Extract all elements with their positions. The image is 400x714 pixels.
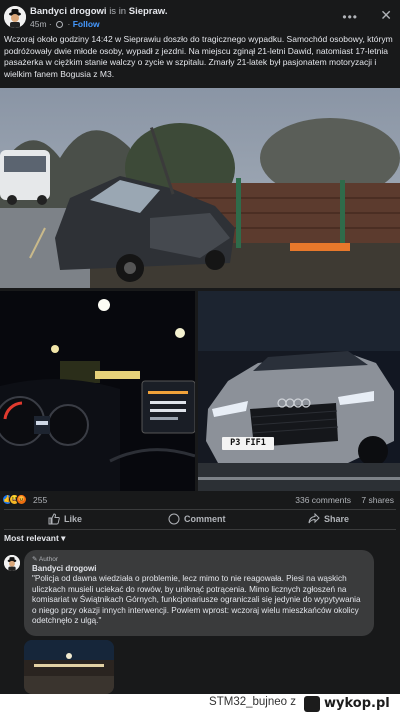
like-label: Like (64, 514, 83, 524)
comment-label: Comment (184, 514, 226, 524)
post-image-car[interactable]: P3 FIF1 (198, 291, 400, 491)
share-button[interactable]: Share (308, 512, 350, 525)
wykop-brand-text: wykop.pl (324, 696, 390, 711)
meta-dot: · (48, 19, 52, 29)
watermark-separator: z (290, 696, 296, 708)
comment-bubble-icon (168, 513, 180, 525)
post-text: Wczoraj około godziny 14:42 w Sieprawiu … (4, 34, 393, 79)
group-name-link[interactable]: Siepraw. (129, 6, 168, 17)
car-illustration (198, 291, 400, 491)
post-actions: Like Comment Share (0, 511, 400, 529)
comment-author-avatar[interactable] (4, 555, 20, 571)
dashboard-illustration (0, 291, 195, 491)
watermark-user: STM32_bujneo z (209, 696, 296, 708)
author-badge: ✎ Author (32, 555, 366, 563)
divider-top (4, 509, 396, 510)
post-header: Bandyci drogowi is in Siepraw. 45m · · F… (0, 4, 400, 32)
post-header-title: Bandyci drogowi is in Siepraw. (30, 6, 167, 17)
comment-text: "Policja od dawna wiedziała o problemie,… (32, 574, 361, 625)
post-image-crash-scene[interactable] (0, 88, 400, 288)
comment-sort-dropdown[interactable]: Most relevant ▾ (4, 533, 65, 544)
meta-dot-2: · (67, 19, 71, 29)
share-label: Share (324, 514, 350, 524)
license-plate: P3 FIF1 (222, 437, 274, 450)
chevron-down-icon: ▾ (61, 533, 66, 543)
post-image-dashboard[interactable] (0, 291, 195, 491)
pencil-icon: ✎ (32, 556, 38, 563)
author-badge-label: Author (38, 556, 59, 563)
wykop-icon (304, 696, 320, 712)
reactions-bar: 👍 😆 😡 255 336 comments 7 shares (0, 494, 400, 508)
post-time[interactable]: 45m (30, 19, 47, 29)
comment-photo-illustration (24, 640, 114, 694)
crash-scene-illustration (0, 88, 400, 288)
watermark-username: STM32_bujneo (209, 696, 288, 708)
reaction-count[interactable]: 255 (33, 495, 47, 505)
page-avatar[interactable] (4, 6, 26, 28)
shares-count[interactable]: 7 shares (361, 495, 394, 505)
thumbs-up-icon (48, 513, 60, 525)
share-arrow-icon (308, 512, 320, 524)
is-in-text: is in (109, 6, 127, 17)
post-meta: 45m · · Follow (30, 19, 100, 29)
comment-author-name[interactable]: Bandyci drogowi (32, 564, 366, 573)
globe-icon (56, 21, 64, 28)
divider-bottom (4, 529, 396, 530)
wykop-logo: wykop.pl (304, 696, 396, 712)
comment-button[interactable]: Comment (168, 513, 226, 525)
comment-bubble: ✎ Author Bandyci drogowi "Policja od daw… (24, 550, 374, 636)
comment-image[interactable] (24, 640, 114, 694)
like-button[interactable]: Like (48, 513, 82, 525)
watermark-bar: STM32_bujneo z wykop.pl (0, 694, 400, 714)
close-icon[interactable]: ✕ (380, 7, 392, 24)
more-options-icon[interactable]: ••• (342, 10, 358, 24)
follow-button[interactable]: Follow (73, 19, 100, 29)
angry-reaction-icon[interactable]: 😡 (16, 494, 27, 505)
comments-count[interactable]: 336 comments (295, 495, 351, 505)
comment-sort-label: Most relevant (4, 533, 59, 543)
page-name-link[interactable]: Bandyci drogowi (30, 6, 107, 17)
